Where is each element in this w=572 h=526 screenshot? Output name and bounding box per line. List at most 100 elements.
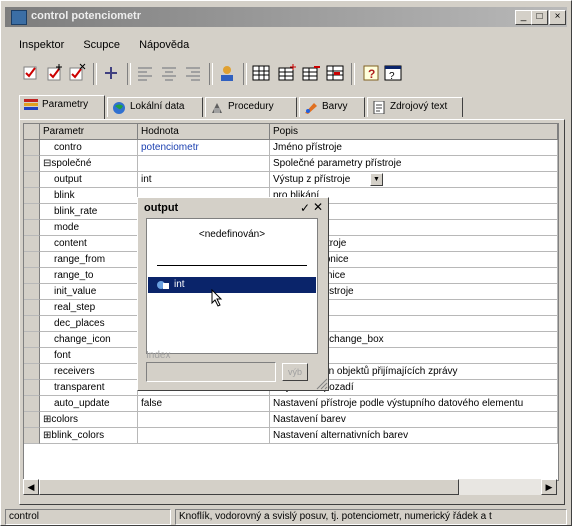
column-header-popis[interactable]: Popis xyxy=(270,124,558,140)
param-name-cell[interactable]: transparent xyxy=(40,380,138,396)
source-icon xyxy=(373,101,385,114)
param-value-cell[interactable]: false xyxy=(138,396,270,412)
param-name-cell[interactable]: range_from xyxy=(40,252,138,268)
row-selector[interactable] xyxy=(24,252,40,268)
param-name-cell[interactable]: range_to xyxy=(40,268,138,284)
row-selector[interactable] xyxy=(24,188,40,204)
row-selector[interactable] xyxy=(24,156,40,172)
table-row[interactable]: ⊞blink_colors Nastavení alternativních ba… xyxy=(24,428,558,444)
tab-barvy[interactable]: Barvy xyxy=(299,97,365,117)
select-button[interactable]: výb xyxy=(282,363,308,381)
minimize-button[interactable]: _ xyxy=(515,10,532,25)
scroll-left-button[interactable]: ◀ xyxy=(23,479,39,495)
row-selector[interactable] xyxy=(24,220,40,236)
param-name-cell[interactable]: auto_update xyxy=(40,396,138,412)
grid-icon[interactable] xyxy=(251,63,271,83)
param-name-cell[interactable]: receivers xyxy=(40,364,138,380)
param-value-cell[interactable] xyxy=(138,156,270,172)
column-header-hodnota[interactable]: Hodnota xyxy=(138,124,270,140)
param-name-cell[interactable]: font xyxy=(40,348,138,364)
maximize-button[interactable]: □ xyxy=(531,10,548,25)
row-selector[interactable] xyxy=(24,364,40,380)
list-item-selected[interactable]: int xyxy=(148,277,316,293)
tab-lokalni-data[interactable]: Lokální data xyxy=(107,97,203,117)
resize-grip-icon[interactable] xyxy=(316,378,328,390)
align-right-icon[interactable] xyxy=(183,63,203,83)
check-icon[interactable] xyxy=(21,63,41,83)
user-icon[interactable] xyxy=(217,63,237,83)
popup-close-icon[interactable]: ✕ xyxy=(313,200,323,214)
row-selector[interactable] xyxy=(24,332,40,348)
insert-icon[interactable] xyxy=(101,63,121,83)
param-value-cell[interactable]: potenciometr xyxy=(138,140,270,156)
row-selector[interactable] xyxy=(24,236,40,252)
param-name-cell[interactable]: ⊟společné xyxy=(40,156,138,172)
help-icon[interactable]: ? xyxy=(361,63,381,83)
row-selector[interactable] xyxy=(24,172,40,188)
help-window-icon[interactable]: ? xyxy=(383,63,403,83)
tab-parametry[interactable]: Parametry xyxy=(19,95,105,119)
param-name-cell[interactable]: mode xyxy=(40,220,138,236)
local-data-icon xyxy=(113,102,125,114)
row-selector[interactable] xyxy=(24,412,40,428)
row-selector[interactable] xyxy=(24,300,40,316)
table-row[interactable]: contro potenciometr Jméno přístroje xyxy=(24,140,558,156)
scroll-thumb[interactable] xyxy=(39,479,459,495)
param-name-cell[interactable]: output xyxy=(40,172,138,188)
list-item[interactable]: <nedefinován> xyxy=(148,227,316,243)
tab-procedury[interactable]: Procedury xyxy=(205,97,297,117)
column-header-parametr[interactable]: Parametr xyxy=(40,124,138,140)
param-name-cell[interactable]: content xyxy=(40,236,138,252)
menu-napoveda[interactable]: Nápověda xyxy=(139,39,189,51)
param-name-cell[interactable]: ⊞blink_colors xyxy=(40,428,138,444)
param-name-cell[interactable]: blink_rate xyxy=(40,204,138,220)
tab-strip: Parametry Lokální data Procedury Barvy Z… xyxy=(19,95,559,119)
check-plus-icon[interactable] xyxy=(45,63,65,83)
row-selector[interactable] xyxy=(24,284,40,300)
row-selector[interactable] xyxy=(24,316,40,332)
row-selector[interactable] xyxy=(24,140,40,156)
grid-remove-icon[interactable] xyxy=(301,63,321,83)
param-name-cell[interactable]: init_value xyxy=(40,284,138,300)
row-selector[interactable] xyxy=(24,380,40,396)
table-row[interactable]: ⊟společné Společné parametry přístroje xyxy=(24,156,558,172)
param-value-cell[interactable] xyxy=(138,412,270,428)
row-selector[interactable] xyxy=(24,396,40,412)
index-input[interactable] xyxy=(146,362,276,382)
popup-ok-icon[interactable]: ✓ xyxy=(300,201,310,215)
param-name-cell[interactable]: change_icon xyxy=(40,332,138,348)
row-selector[interactable] xyxy=(24,428,40,444)
row-selector[interactable] xyxy=(24,204,40,220)
grid-edit-icon[interactable] xyxy=(325,63,345,83)
tab-label: Procedury xyxy=(228,101,274,112)
horizontal-scrollbar[interactable]: ◀ ▶ xyxy=(23,479,557,495)
param-name-cell[interactable]: contro xyxy=(40,140,138,156)
menu-scupce[interactable]: Scupce xyxy=(83,39,120,51)
tab-label: Barvy xyxy=(322,101,348,112)
close-button[interactable]: × xyxy=(549,10,566,25)
menu-inspektor[interactable]: Inspektor xyxy=(19,39,64,51)
param-name-cell[interactable]: ⊞colors xyxy=(40,412,138,428)
param-name-cell[interactable]: dec_places xyxy=(40,316,138,332)
row-selector[interactable] xyxy=(24,348,40,364)
popup-value-list[interactable]: <nedefinován> int xyxy=(146,218,318,354)
colors-icon xyxy=(305,103,317,114)
param-name-cell[interactable]: blink xyxy=(40,188,138,204)
tab-label: Zdrojový text xyxy=(390,101,448,112)
table-row[interactable]: ⊞colors Nastavení barev xyxy=(24,412,558,428)
scroll-right-button[interactable]: ▶ xyxy=(541,479,557,495)
align-center-icon[interactable] xyxy=(159,63,179,83)
tab-label: Lokální data xyxy=(130,101,185,112)
param-description-cell: Nastavení přístroje podle výstupního dat… xyxy=(270,396,558,412)
param-value-cell[interactable]: int ▼ xyxy=(138,172,383,188)
grid-add-icon[interactable] xyxy=(277,63,297,83)
row-selector[interactable] xyxy=(24,268,40,284)
param-name-cell[interactable]: real_step xyxy=(40,300,138,316)
svg-text:?: ? xyxy=(389,71,395,82)
table-row[interactable]: auto_update false Nastavení přístroje podl… xyxy=(24,396,558,412)
table-row[interactable]: output int ▼ Výstup z přístroje xyxy=(24,172,558,188)
align-left-icon[interactable] xyxy=(135,63,155,83)
tab-zdrojovy-text[interactable]: Zdrojový text xyxy=(367,97,463,117)
param-value-cell[interactable] xyxy=(138,428,270,444)
check-x-icon[interactable] xyxy=(67,63,87,83)
